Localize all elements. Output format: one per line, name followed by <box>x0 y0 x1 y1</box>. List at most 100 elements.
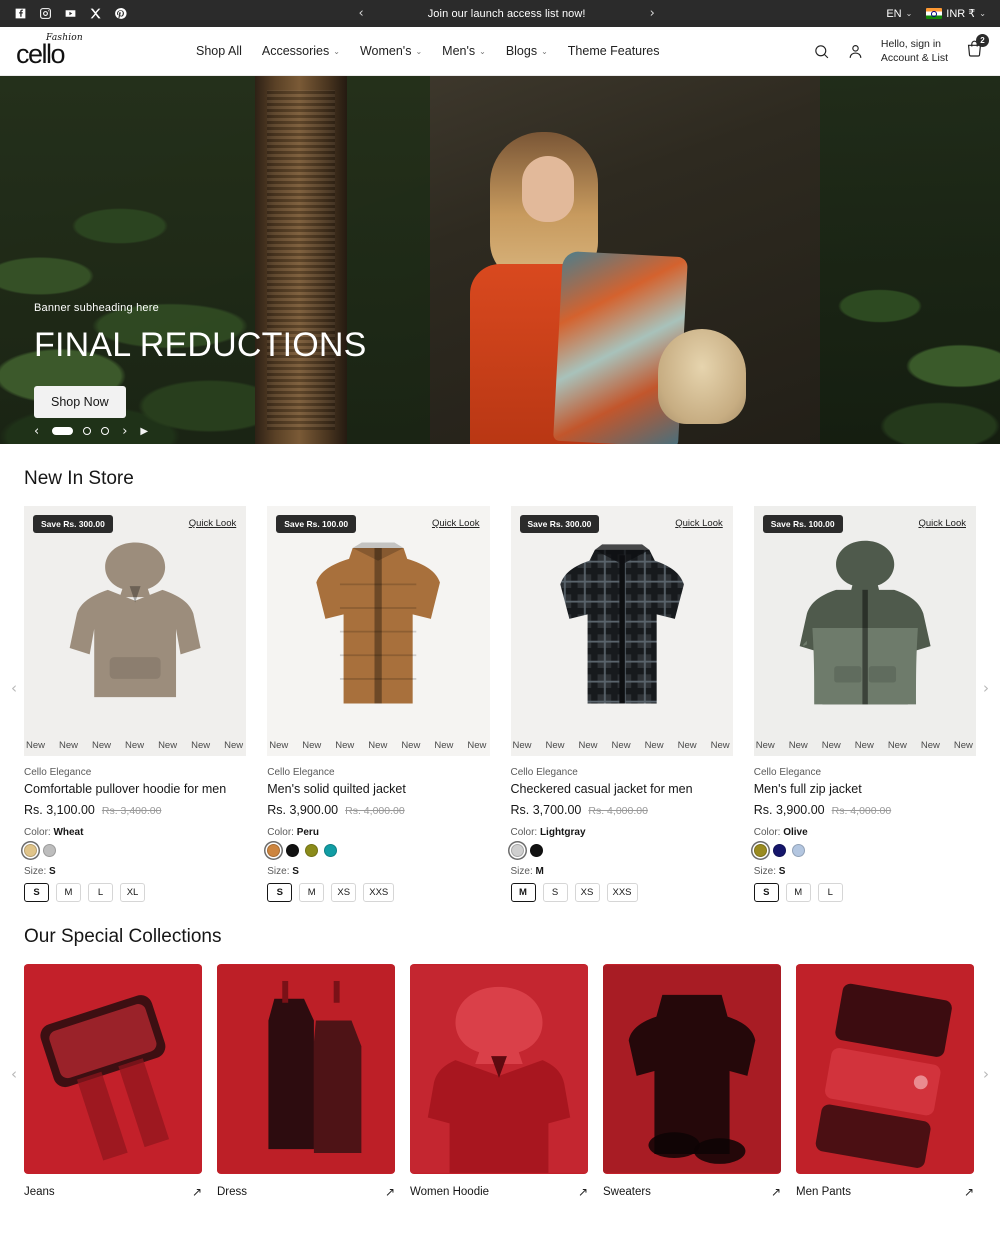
hero-dot-2[interactable] <box>83 427 92 435</box>
color-swatch[interactable] <box>43 844 56 857</box>
color-swatch[interactable] <box>529 844 543 857</box>
product-card[interactable]: Save Rs. 300.00 Quick Look New New New New N… <box>24 506 247 902</box>
collection-image[interactable] <box>603 964 781 1174</box>
size-option[interactable]: XS <box>574 883 600 902</box>
color-swatch[interactable] <box>24 844 37 857</box>
youtube-icon[interactable] <box>64 7 77 20</box>
hero-play-button[interactable]: ▶ <box>140 426 148 437</box>
collection-card[interactable]: Sweaters ↗ <box>603 964 781 1199</box>
site-logo[interactable]: Fashion cello <box>16 34 166 68</box>
hero-dot-1[interactable] <box>52 427 74 435</box>
product-compare-price: Rs. 4,000.00 <box>345 805 405 817</box>
nav-item-blogs[interactable]: Blogs ⌄ <box>506 44 548 58</box>
collection-image[interactable] <box>410 964 588 1174</box>
collections-next-button[interactable]: › <box>976 1064 996 1084</box>
hero-model-image <box>430 114 760 444</box>
hero-dot-3[interactable] <box>101 427 110 435</box>
collection-card[interactable]: Men Pants ↗ <box>796 964 974 1199</box>
arrow-up-right-icon[interactable]: ↗ <box>964 1185 974 1199</box>
color-swatch[interactable] <box>753 844 767 857</box>
user-account-icon[interactable] <box>847 43 864 60</box>
facebook-icon[interactable] <box>14 7 27 20</box>
search-icon[interactable] <box>813 43 830 60</box>
collection-image[interactable] <box>24 964 202 1174</box>
marquee-word: New <box>401 739 421 751</box>
marquee-word: New <box>125 739 145 751</box>
shop-now-button[interactable]: Shop Now <box>34 386 126 418</box>
size-option-group: SML <box>753 883 976 902</box>
product-image[interactable]: Save Rs. 300.00 Quick Look New New New New N… <box>24 506 247 756</box>
hero-prev-button[interactable]: ‹ <box>34 424 39 439</box>
cart-button[interactable]: 2 <box>965 34 989 63</box>
collections-prev-button[interactable]: ‹ <box>4 1064 24 1084</box>
product-title[interactable]: Comfortable pullover hoodie for men <box>24 782 246 796</box>
hero-next-button[interactable]: › <box>122 424 127 439</box>
nav-item-theme-features[interactable]: Theme Features <box>568 44 660 58</box>
collection-image[interactable] <box>796 964 974 1174</box>
color-swatch[interactable] <box>510 844 524 857</box>
size-option[interactable]: M <box>56 883 81 902</box>
quick-look-link[interactable]: Quick Look <box>189 518 237 529</box>
chevron-down-icon: ⌄ <box>541 46 548 56</box>
color-swatch[interactable] <box>791 844 805 857</box>
size-option[interactable]: XXS <box>363 883 395 902</box>
instagram-icon[interactable] <box>39 7 52 20</box>
product-image[interactable]: Save Rs. 100.00 Quick Look New New New New N… <box>753 506 976 756</box>
nav-item-shop-all[interactable]: Shop All <box>196 44 242 58</box>
product-vendor: Cello Elegance <box>510 767 578 778</box>
product-title[interactable]: Men's full zip jacket <box>754 782 976 796</box>
size-option[interactable]: L <box>817 883 843 902</box>
products-prev-button[interactable]: ‹ <box>4 678 24 698</box>
size-option[interactable]: XS <box>331 883 357 902</box>
size-option[interactable]: XXS <box>606 883 638 902</box>
nav-item-womens[interactable]: Women's ⌄ <box>360 44 422 58</box>
collection-card[interactable]: Women Hoodie ↗ <box>410 964 588 1199</box>
arrow-up-right-icon[interactable]: ↗ <box>771 1185 781 1199</box>
announcement-prev-button[interactable]: ‹ <box>350 7 371 20</box>
size-option[interactable]: L <box>88 883 113 902</box>
arrow-up-right-icon[interactable]: ↗ <box>578 1185 588 1199</box>
product-card[interactable]: Save Rs. 100.00 Quick Look New New New New N… <box>267 506 490 902</box>
marquee-word: New <box>611 739 631 751</box>
color-swatch[interactable] <box>286 844 300 857</box>
size-option[interactable]: S <box>24 883 49 902</box>
product-card[interactable]: Save Rs. 300.00 Quick Look New New New New N… <box>510 506 733 902</box>
size-option[interactable]: S <box>542 883 568 902</box>
size-option[interactable]: S <box>753 883 779 902</box>
size-option[interactable]: M <box>510 883 536 902</box>
product-title[interactable]: Checkered casual jacket for men <box>511 782 733 796</box>
x-twitter-icon[interactable] <box>89 7 102 20</box>
size-option[interactable]: S <box>267 883 293 902</box>
color-swatch[interactable] <box>324 844 338 857</box>
color-swatch[interactable] <box>772 844 786 857</box>
arrow-up-right-icon[interactable]: ↗ <box>385 1185 395 1199</box>
product-image[interactable]: Save Rs. 100.00 Quick Look New New New New N… <box>267 506 490 756</box>
nav-item-mens[interactable]: Men's ⌄ <box>442 44 486 58</box>
announcement-next-button[interactable]: › <box>642 7 663 20</box>
size-option[interactable]: XL <box>120 883 145 902</box>
product-image[interactable]: Save Rs. 300.00 Quick Look New New New New N… <box>510 506 733 756</box>
size-option[interactable]: M <box>299 883 325 902</box>
logo-main-text: cello <box>16 39 66 69</box>
product-title[interactable]: Men's solid quilted jacket <box>267 782 489 796</box>
currency-selector[interactable]: INR ₹ ⌄ <box>926 7 986 20</box>
collection-card[interactable]: Jeans ↗ <box>24 964 202 1199</box>
product-card[interactable]: Save Rs. 100.00 Quick Look New New New New N… <box>753 506 976 902</box>
arrow-up-right-icon[interactable]: ↗ <box>192 1185 202 1199</box>
collection-image[interactable] <box>217 964 395 1174</box>
marquee-word: New <box>854 739 874 751</box>
collection-card[interactable]: Dress ↗ <box>217 964 395 1199</box>
color-swatch[interactable] <box>305 844 319 857</box>
marquee-word: New <box>755 739 775 751</box>
products-next-button[interactable]: › <box>976 678 996 698</box>
collection-footer: Men Pants ↗ <box>796 1174 974 1199</box>
language-selector[interactable]: EN ⌄ <box>886 8 912 20</box>
pinterest-icon[interactable] <box>114 7 127 20</box>
color-swatch[interactable] <box>267 844 281 857</box>
quick-look-link[interactable]: Quick Look <box>918 518 966 529</box>
size-option[interactable]: M <box>785 883 811 902</box>
quick-look-link[interactable]: Quick Look <box>432 518 480 529</box>
nav-item-accessories[interactable]: Accessories ⌄ <box>262 44 340 58</box>
account-links[interactable]: Hello, sign in Account & List <box>881 37 948 65</box>
quick-look-link[interactable]: Quick Look <box>675 518 723 529</box>
